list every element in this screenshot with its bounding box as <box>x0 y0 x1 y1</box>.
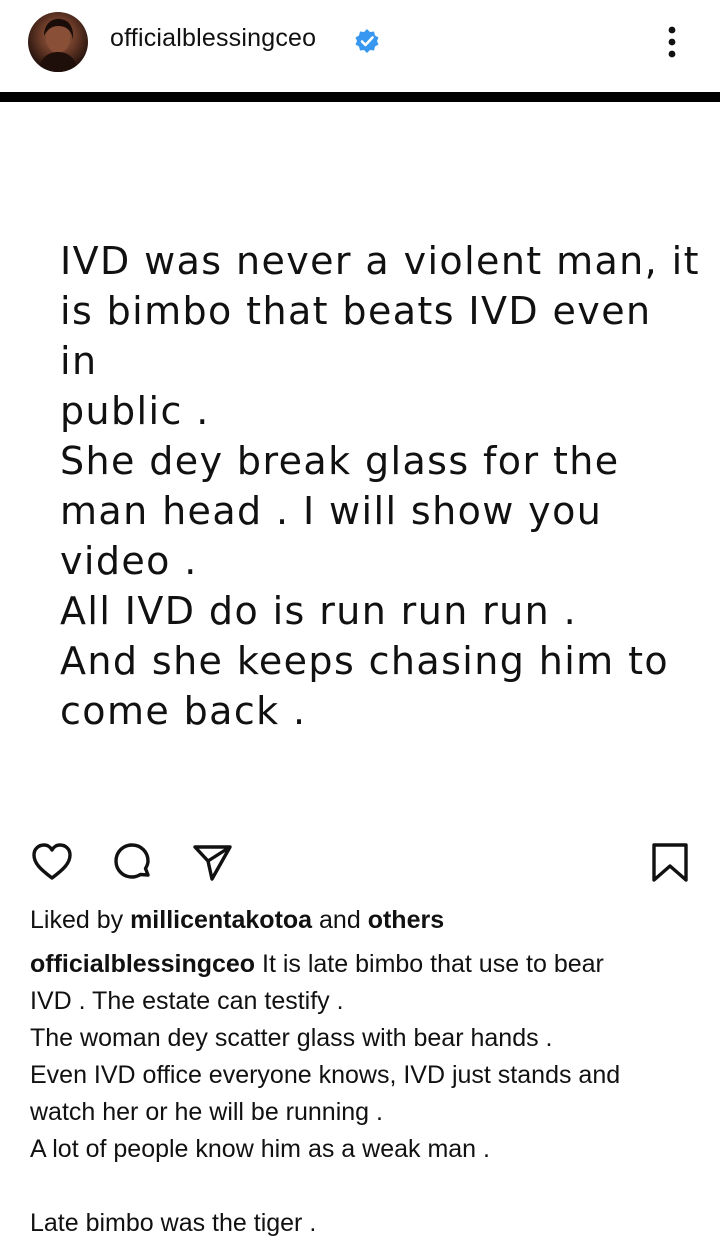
caption-line: IVD . The estate can testify . <box>30 987 344 1015</box>
bookmark-icon[interactable] <box>648 840 692 884</box>
caption-line: watch her or he will be running . <box>30 1098 383 1126</box>
image-text-line: public . <box>60 389 210 433</box>
likes-others[interactable]: others <box>368 906 444 934</box>
likes-summary[interactable]: Liked by millicentakotoa and others <box>30 906 444 935</box>
caption-last-line: Late bimbo was the tiger . <box>30 1209 317 1237</box>
image-text-line: is bimbo that beats IVD even in <box>60 289 652 383</box>
post-image-text: IVD was never a violent man, it is bimbo … <box>60 236 700 736</box>
share-icon[interactable] <box>190 840 234 884</box>
action-bar <box>0 830 720 890</box>
image-text-line: come back . <box>60 689 307 733</box>
post-caption: officialblessingceo It is late bimbo tha… <box>30 946 700 1242</box>
comment-icon[interactable] <box>110 840 154 884</box>
post-image[interactable]: IVD was never a violent man, it is bimbo … <box>0 102 720 822</box>
likes-and: and <box>319 906 361 934</box>
verified-badge-icon <box>355 29 379 53</box>
heart-icon[interactable] <box>30 840 74 884</box>
more-options-icon[interactable] <box>660 22 684 62</box>
image-text-line: All IVD do is run run run . <box>60 589 578 633</box>
caption-line: Even IVD office everyone knows, IVD just… <box>30 1061 621 1089</box>
liked-by-user[interactable]: millicentakotoa <box>130 906 312 934</box>
image-top-border <box>0 92 720 102</box>
post-username[interactable]: officialblessingceo <box>110 24 316 53</box>
caption-first-line: officialblessingceo It is late bimbo tha… <box>30 946 700 983</box>
avatar-portrait <box>38 18 78 72</box>
caption-line: A lot of people know him as a weak man . <box>30 1135 490 1163</box>
image-text-line: video . <box>60 539 198 583</box>
post-header: officialblessingceo <box>0 0 720 92</box>
likes-prefix: Liked by <box>30 906 124 934</box>
image-text-line: She dey break glass for the <box>60 439 620 483</box>
avatar[interactable] <box>28 12 88 72</box>
caption-text: It is late bimbo that use to bear <box>262 950 604 978</box>
caption-line: The woman dey scatter glass with bear ha… <box>30 1024 553 1052</box>
image-text-line: man head . I will show you <box>60 489 603 533</box>
image-text-line: IVD was never a violent man, it <box>60 239 700 283</box>
image-text-line: And she keeps chasing him to <box>60 639 670 683</box>
caption-username[interactable]: officialblessingceo <box>30 950 255 978</box>
